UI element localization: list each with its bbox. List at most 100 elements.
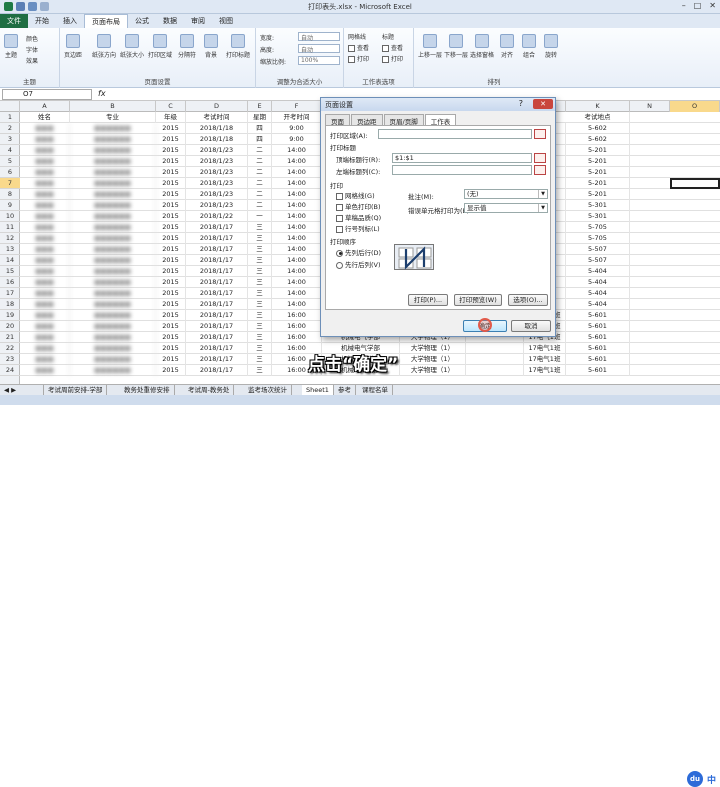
row-header[interactable]: 4: [0, 145, 20, 156]
cell-e[interactable]: 四: [248, 134, 272, 145]
cell-f[interactable]: 14:00: [272, 200, 322, 211]
cell-k[interactable]: 5-601: [566, 332, 630, 343]
row-header[interactable]: 1: [0, 112, 20, 123]
column-header-d[interactable]: D: [186, 101, 248, 112]
cell-d[interactable]: 2018/1/17: [186, 310, 248, 321]
bring-forward-button[interactable]: 上移一层: [418, 34, 442, 59]
headings-print-checkbox[interactable]: 打印: [382, 54, 403, 63]
row-header[interactable]: 12: [0, 233, 20, 244]
row-header[interactable]: 19: [0, 310, 20, 321]
cell-a-redacted[interactable]: ■■■: [20, 189, 70, 200]
cell-d[interactable]: 2018/1/17: [186, 222, 248, 233]
top-rows-picker-icon[interactable]: [534, 153, 546, 163]
cell-e[interactable]: 一: [248, 211, 272, 222]
cell-k[interactable]: 5-601: [566, 365, 630, 376]
row-header[interactable]: 6: [0, 167, 20, 178]
selection-pane-button[interactable]: 选择窗格: [470, 34, 494, 59]
cell-k[interactable]: 5-404: [566, 277, 630, 288]
row-header[interactable]: 24: [0, 365, 20, 376]
themes-button[interactable]: 主题: [4, 34, 18, 59]
cell-f[interactable]: 14:00: [272, 266, 322, 277]
cell-c[interactable]: 2015: [156, 211, 186, 222]
width-select[interactable]: 自动: [298, 32, 340, 42]
cell-b-redacted[interactable]: ■■■■■■: [70, 244, 156, 255]
rotate-button[interactable]: 旋转: [544, 34, 558, 59]
cell-b-redacted[interactable]: ■■■■■■: [70, 222, 156, 233]
cell-d[interactable]: 2018/1/18: [186, 134, 248, 145]
column-header-a[interactable]: A: [20, 101, 70, 112]
cell-b-redacted[interactable]: ■■■■■■: [70, 365, 156, 376]
cell-i[interactable]: [466, 365, 524, 376]
cell-k[interactable]: 5-705: [566, 233, 630, 244]
cell-c[interactable]: 2015: [156, 277, 186, 288]
row-header[interactable]: 17: [0, 288, 20, 299]
cell-h[interactable]: 大学物理（1）: [400, 343, 466, 354]
top-rows-input[interactable]: $1:$1: [392, 153, 532, 163]
print-titles-button[interactable]: 打印标题: [226, 34, 250, 59]
margins-button[interactable]: 页边距: [64, 34, 82, 59]
cell-k[interactable]: 5-404: [566, 288, 630, 299]
column-header-e[interactable]: E: [248, 101, 272, 112]
cell-f[interactable]: 14:00: [272, 255, 322, 266]
cell-c[interactable]: 2015: [156, 244, 186, 255]
cell-f[interactable]: 14:00: [272, 156, 322, 167]
background-button[interactable]: 背景: [204, 34, 218, 59]
header-cell-exam-date[interactable]: 考试时间: [186, 112, 248, 123]
cell-b-redacted[interactable]: ■■■■■■: [70, 156, 156, 167]
cell-a-redacted[interactable]: ■■■: [20, 332, 70, 343]
cell-b-redacted[interactable]: ■■■■■■: [70, 277, 156, 288]
cell-j[interactable]: 17电气1班: [524, 365, 566, 376]
tab-home[interactable]: 开始: [28, 14, 56, 28]
cell-c[interactable]: 2015: [156, 156, 186, 167]
row-header[interactable]: 11: [0, 222, 20, 233]
cell-f[interactable]: 14:00: [272, 222, 322, 233]
cell-f[interactable]: 14:00: [272, 244, 322, 255]
cell-f[interactable]: 14:00: [272, 167, 322, 178]
cell-e[interactable]: 二: [248, 200, 272, 211]
cell-k[interactable]: 5-301: [566, 211, 630, 222]
headings-view-checkbox[interactable]: 查看: [382, 43, 403, 52]
print-area-picker-icon[interactable]: [534, 129, 546, 139]
height-select[interactable]: 自动: [298, 44, 340, 54]
cell-k[interactable]: 5-507: [566, 255, 630, 266]
row-header[interactable]: 20: [0, 321, 20, 332]
dialog-tab-margins[interactable]: 页边距: [351, 114, 383, 126]
cell-e[interactable]: 三: [248, 343, 272, 354]
select-all-corner[interactable]: [0, 101, 20, 112]
cell-b-redacted[interactable]: ■■■■■■: [70, 310, 156, 321]
cell-f[interactable]: 9:00: [272, 123, 322, 134]
cell-c[interactable]: 2015: [156, 332, 186, 343]
cell-d[interactable]: 2018/1/17: [186, 354, 248, 365]
errors-select[interactable]: 显示值 ▼: [464, 203, 548, 213]
cell-d[interactable]: 2018/1/22: [186, 211, 248, 222]
selected-cell-o7[interactable]: [670, 178, 720, 189]
cell-a-redacted[interactable]: ■■■: [20, 123, 70, 134]
row-header[interactable]: 8: [0, 189, 20, 200]
cell-c[interactable]: 2015: [156, 145, 186, 156]
cell-k[interactable]: 5-404: [566, 299, 630, 310]
cell-h[interactable]: 大学物理（1）: [400, 354, 466, 365]
cell-d[interactable]: 2018/1/23: [186, 145, 248, 156]
cell-d[interactable]: 2018/1/23: [186, 189, 248, 200]
cell-b-redacted[interactable]: ■■■■■■: [70, 321, 156, 332]
cell-e[interactable]: 三: [248, 299, 272, 310]
cell-e[interactable]: 三: [248, 310, 272, 321]
draft-quality-checkbox[interactable]: 草稿品质(Q): [336, 212, 381, 222]
print-preview-button[interactable]: 打印预览(W): [454, 294, 502, 306]
row-header[interactable]: 14: [0, 255, 20, 266]
cell-c[interactable]: 2015: [156, 365, 186, 376]
row-header[interactable]: 23: [0, 354, 20, 365]
cell-k[interactable]: 5-601: [566, 321, 630, 332]
comments-select[interactable]: (无) ▼: [464, 189, 548, 199]
cell-k[interactable]: 5-602: [566, 123, 630, 134]
cell-a-redacted[interactable]: ■■■: [20, 211, 70, 222]
dialog-tab-header-footer[interactable]: 页眉/页脚: [383, 114, 424, 126]
cell-b-redacted[interactable]: ■■■■■■: [70, 255, 156, 266]
cell-f[interactable]: 9:00: [272, 134, 322, 145]
cell-a-redacted[interactable]: ■■■: [20, 255, 70, 266]
tab-file[interactable]: 文件: [0, 14, 28, 28]
orientation-button[interactable]: 纸张方向: [92, 34, 116, 59]
cell-a-redacted[interactable]: ■■■: [20, 222, 70, 233]
cell-c[interactable]: 2015: [156, 354, 186, 365]
cell-d[interactable]: 2018/1/17: [186, 365, 248, 376]
